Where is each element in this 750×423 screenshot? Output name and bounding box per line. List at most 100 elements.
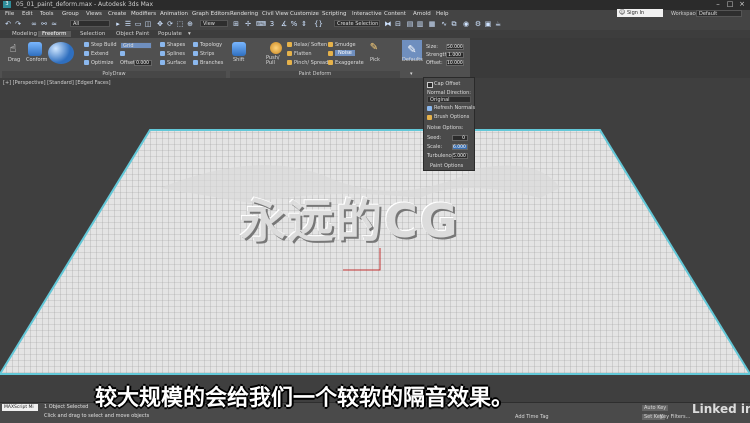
menu-group[interactable]: Group	[62, 11, 79, 17]
curve-editor-icon[interactable]: ∿	[440, 20, 448, 28]
size-input[interactable]: 50.000	[446, 44, 464, 50]
add-time-tag[interactable]: Add Time Tag	[515, 414, 549, 420]
defaults-button[interactable]: Defaults	[402, 57, 423, 63]
strips-button[interactable]: Strips	[200, 51, 214, 57]
link-icon[interactable]: ∞	[30, 20, 38, 28]
menu-interactive[interactable]: Interactive	[352, 11, 382, 17]
placement-icon[interactable]: ⊕	[186, 20, 194, 28]
sign-in-dropdown[interactable]: ☺ Sign In	[617, 9, 663, 17]
keyboard-shortcut-icon[interactable]: ⌨	[256, 20, 266, 28]
drag-button[interactable]: Drag	[8, 57, 20, 63]
auto-key-button[interactable]: Auto Key	[642, 405, 669, 411]
named-selection-dropdown[interactable]: Create Selection Se	[334, 20, 380, 27]
rendered-frame-icon[interactable]: ▣	[484, 20, 492, 28]
render-setup-icon[interactable]: ⚙	[474, 20, 482, 28]
tab-object-paint[interactable]: Object Paint	[112, 31, 153, 37]
ribbon-minimize-icon[interactable]: ▾	[184, 31, 195, 37]
menu-civil-view[interactable]: Civil View	[262, 11, 288, 17]
relax-soften-button[interactable]: Relax/ Soften	[294, 42, 327, 48]
pivot-icon[interactable]: ⊞	[232, 20, 240, 28]
brush-settings-expand-icon[interactable]: ▾	[410, 71, 413, 77]
polydraw-panel-title[interactable]: PolyDraw	[2, 71, 226, 78]
pinch-spread-button[interactable]: Pinch/ Spread	[294, 60, 328, 66]
step-build-button[interactable]: Step Build	[91, 42, 117, 48]
optimize-button[interactable]: Optimize	[91, 60, 113, 66]
menu-help[interactable]: Help	[436, 11, 449, 17]
pick-icon[interactable]: ✎	[368, 42, 380, 54]
menu-tools[interactable]: Tools	[40, 11, 54, 17]
conform-icon[interactable]	[28, 42, 42, 56]
material-editor-icon[interactable]: ◉	[462, 20, 470, 28]
reference-coord-dropdown[interactable]: View	[200, 20, 228, 27]
push-pull-button[interactable]: Push/ Pull	[266, 56, 284, 66]
minimize-icon[interactable]: –	[714, 1, 722, 8]
menu-scripting[interactable]: Scripting	[322, 11, 346, 17]
menu-rendering[interactable]: Rendering	[230, 11, 258, 17]
shift-button[interactable]: Shift	[233, 57, 244, 63]
rect-selection-icon[interactable]: ▭	[134, 20, 142, 28]
bind-space-warp-icon[interactable]: ≈	[50, 20, 58, 28]
paint-deform-panel-title[interactable]: Paint Deform	[230, 71, 400, 78]
edit-named-selection-icon[interactable]: {}	[314, 20, 323, 28]
exaggerate-button[interactable]: Exaggerate	[335, 60, 364, 66]
cap-offset-checkbox[interactable]	[427, 82, 433, 88]
window-crossing-icon[interactable]: ◫	[144, 20, 152, 28]
tab-populate[interactable]: Populate	[154, 31, 186, 37]
viewport-label[interactable]: [+] [Perspective] [Standard] [Edged Face…	[3, 80, 111, 86]
snaps-toggle-icon[interactable]: 3	[268, 20, 276, 28]
layer-explorer-icon[interactable]: ▥	[416, 20, 424, 28]
menu-graph-editors[interactable]: Graph Editors	[192, 11, 230, 17]
select-manipulate-icon[interactable]: ✢	[244, 20, 252, 28]
menu-animation[interactable]: Animation	[160, 11, 188, 17]
noise-button[interactable]: Noise	[335, 50, 355, 56]
redo-icon[interactable]: ↷	[14, 20, 22, 28]
menu-create[interactable]: Create	[108, 11, 126, 17]
spinner-snap-icon[interactable]: ⇕	[300, 20, 308, 28]
mirror-icon[interactable]: ⧓	[384, 20, 392, 28]
tab-modeling[interactable]: Modeling	[8, 31, 41, 37]
shift-icon[interactable]	[232, 42, 246, 56]
splines-button[interactable]: Splines	[167, 51, 185, 57]
menu-customize[interactable]: Customize	[290, 11, 319, 17]
refresh-normals-button[interactable]: Refresh Normals	[434, 105, 475, 111]
flatten-button[interactable]: Flatten	[294, 51, 312, 57]
rotate-icon[interactable]: ⟳	[166, 20, 174, 28]
menu-content[interactable]: Content	[384, 11, 406, 17]
render-production-icon[interactable]: ☕	[494, 20, 502, 28]
align-icon[interactable]: ⊟	[394, 20, 402, 28]
tab-freeform[interactable]: Freeform	[38, 31, 71, 37]
close-icon[interactable]: ×	[738, 1, 746, 8]
select-by-name-icon[interactable]: ☰	[124, 20, 132, 28]
scale-input[interactable]: 6.000	[452, 144, 468, 150]
smudge-button[interactable]: Smudge	[335, 42, 356, 48]
unlink-icon[interactable]: ⚯	[40, 20, 48, 28]
maximize-icon[interactable]: □	[726, 1, 734, 8]
strength-input[interactable]: 1.000	[446, 52, 464, 58]
seed-input[interactable]: 0	[452, 135, 468, 141]
scale-icon[interactable]: ⬚	[176, 20, 184, 28]
selection-filter-dropdown[interactable]: All	[70, 20, 110, 27]
tab-selection[interactable]: Selection	[76, 31, 109, 37]
surface-button[interactable]: Surface	[167, 60, 186, 66]
undo-icon[interactable]: ↶	[4, 20, 12, 28]
normal-direction-dropdown[interactable]: Original	[427, 96, 471, 103]
draw-on-dropdown[interactable]: Grid	[120, 42, 152, 49]
brush-options-button[interactable]: Brush Options	[434, 114, 469, 120]
topology-button[interactable]: Topology	[200, 42, 222, 48]
branches-button[interactable]: Branches	[200, 60, 223, 66]
scene-explorer-icon[interactable]: ▤	[406, 20, 414, 28]
schematic-view-icon[interactable]: ⧉	[450, 20, 458, 28]
toggle-ribbon-icon[interactable]: ▦	[428, 20, 436, 28]
pick-button[interactable]: Pick	[370, 57, 380, 63]
menu-arnold[interactable]: Arnold	[413, 11, 431, 17]
freeform-spheres-icon[interactable]	[48, 42, 74, 64]
percent-snap-icon[interactable]: %	[290, 20, 298, 28]
conform-button[interactable]: Conform	[26, 57, 47, 63]
menu-edit[interactable]: Edit	[22, 11, 33, 17]
paint-options-button[interactable]: Paint Options	[430, 163, 463, 169]
menu-views[interactable]: Views	[86, 11, 102, 17]
turbulence-input[interactable]: 5.000	[452, 153, 468, 159]
push-pull-icon[interactable]	[270, 42, 282, 54]
angle-snap-icon[interactable]: ∡	[280, 20, 288, 28]
key-filters-button[interactable]: Key Filters...	[660, 414, 690, 420]
